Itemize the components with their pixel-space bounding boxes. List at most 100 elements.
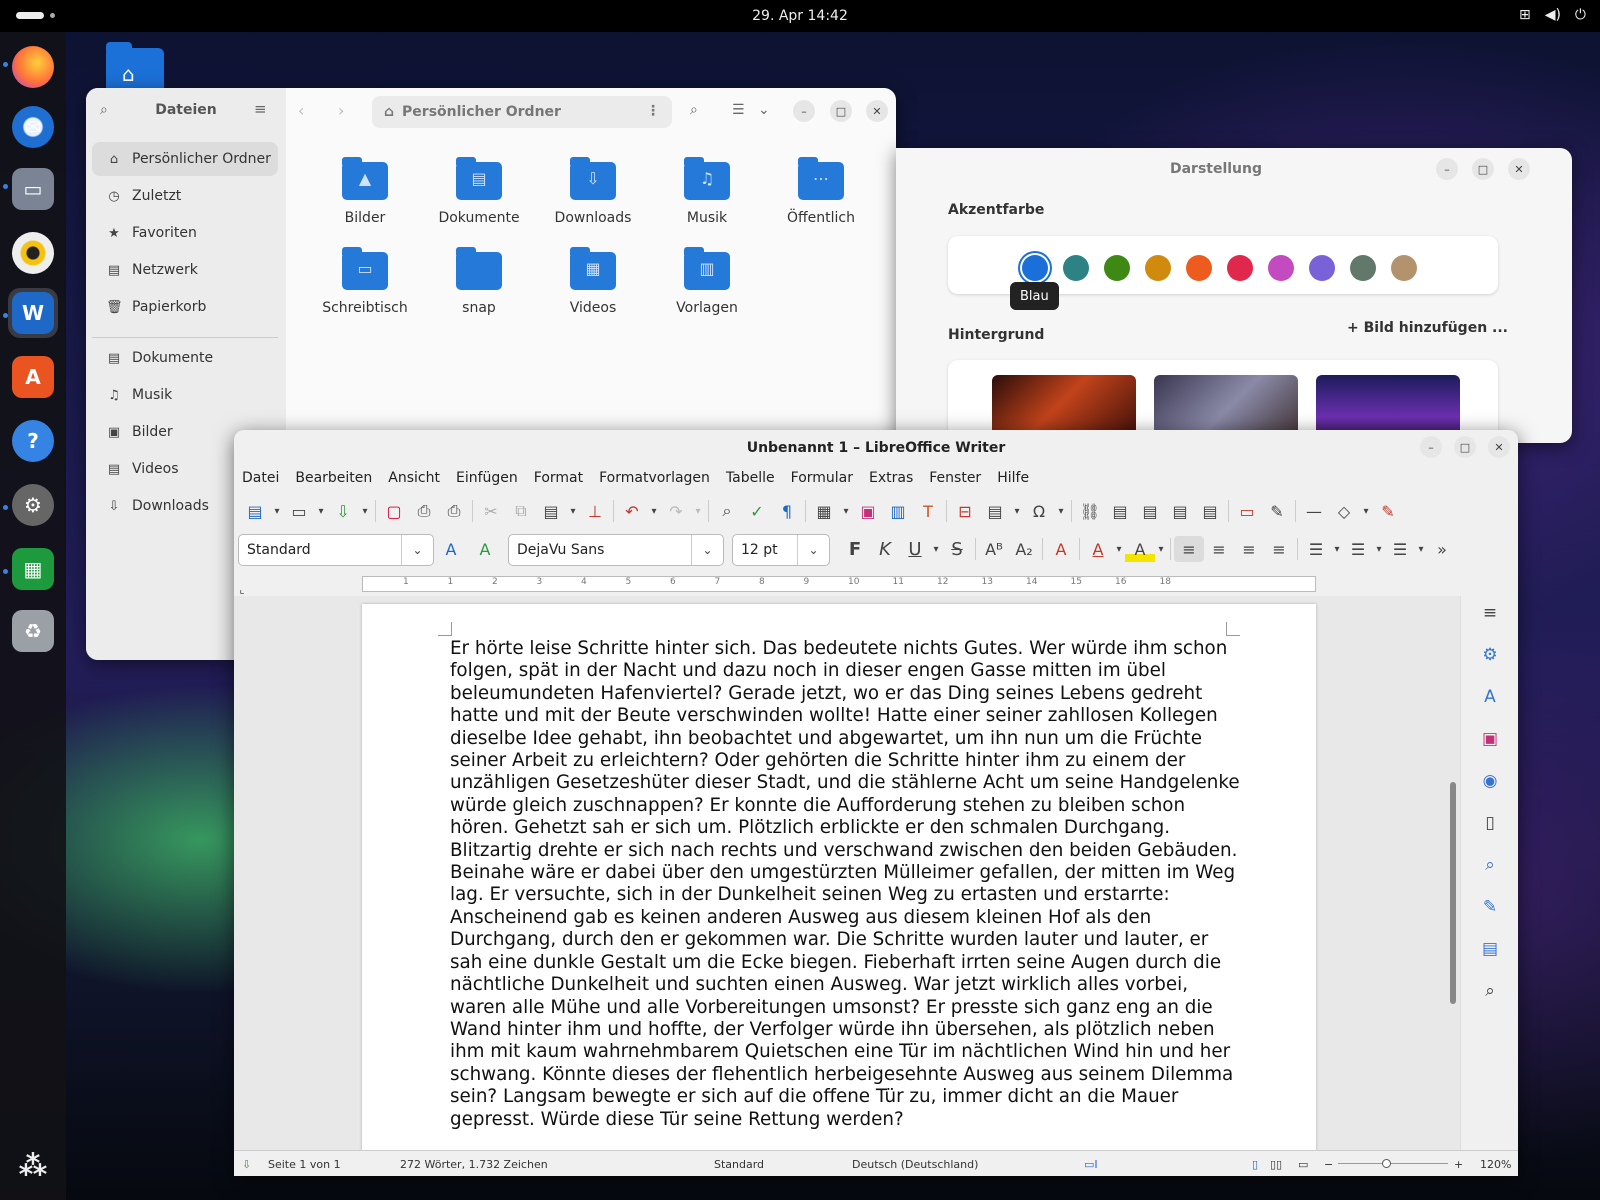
- chevron-down-icon[interactable]: ▾: [930, 536, 942, 562]
- save-icon[interactable]: ⇩: [328, 498, 358, 524]
- folder-item-desktop[interactable]: ▭ Schreibtisch: [308, 247, 422, 316]
- firefox-icon[interactable]: [8, 42, 58, 92]
- zoom-slider[interactable]: [1338, 1163, 1448, 1164]
- manage-changes-icon[interactable]: ✎: [1477, 894, 1503, 920]
- minimize-button[interactable]: –: [793, 100, 815, 122]
- maximize-button[interactable]: □: [830, 100, 852, 122]
- files-icon[interactable]: ▭: [8, 164, 58, 214]
- minimize-button[interactable]: –: [1436, 158, 1458, 180]
- comment-icon[interactable]: ▭: [1232, 498, 1262, 524]
- chevron-down-icon[interactable]: ⌄: [797, 535, 829, 565]
- word-count[interactable]: 272 Wörter, 1.732 Zeichen: [400, 1158, 548, 1171]
- underline-icon[interactable]: U: [900, 536, 930, 562]
- new-document-icon[interactable]: ▤: [240, 498, 270, 524]
- numbered-list-icon[interactable]: ☰: [1343, 536, 1373, 562]
- sidebar-item-recent[interactable]: ◷ Zuletzt: [92, 179, 278, 213]
- search-folder-icon[interactable]: ⌕: [690, 102, 698, 118]
- special-character-icon[interactable]: Ω: [1024, 498, 1054, 524]
- volume-icon[interactable]: ◀): [1545, 7, 1561, 23]
- back-button[interactable]: ‹: [298, 101, 304, 120]
- menu-icon[interactable]: ≡: [254, 100, 267, 118]
- folder-item-templates[interactable]: ▥ Vorlagen: [650, 247, 764, 316]
- print-icon[interactable]: ⎙: [409, 498, 439, 524]
- vertical-scrollbar[interactable]: [1450, 782, 1456, 1004]
- clone-formatting-icon[interactable]: ⊥: [580, 498, 610, 524]
- kebab-menu-icon[interactable]: ⋮: [646, 103, 660, 119]
- export-pdf-icon[interactable]: ▢: [379, 498, 409, 524]
- design-icon[interactable]: ▤: [1477, 936, 1503, 962]
- maximize-button[interactable]: □: [1472, 158, 1494, 180]
- sidebar-menu-icon[interactable]: ≡: [1477, 600, 1503, 626]
- single-page-view-icon[interactable]: ▯: [1252, 1158, 1258, 1171]
- folder-item-documents[interactable]: ▤ Dokumente: [422, 157, 536, 226]
- chevron-down-icon[interactable]: ▾: [647, 498, 661, 524]
- formatting-marks-icon[interactable]: ¶: [772, 498, 802, 524]
- maximize-button[interactable]: □: [1454, 436, 1476, 458]
- page-style[interactable]: Standard: [714, 1158, 764, 1171]
- hyperlink-icon[interactable]: ⛓: [1075, 498, 1105, 524]
- clock[interactable]: 29. Apr 14:42: [0, 8, 1600, 24]
- chevron-down-icon[interactable]: ▾: [1010, 498, 1024, 524]
- show-apps-icon[interactable]: ⁂: [8, 1140, 58, 1190]
- clear-formatting-icon[interactable]: A: [1046, 536, 1076, 562]
- sidebar-item-trash[interactable]: 🗑 Papierkorb: [92, 290, 278, 324]
- book-view-icon[interactable]: ▭: [1298, 1158, 1308, 1171]
- spelling-icon[interactable]: ✓: [742, 498, 772, 524]
- zoom-out-icon[interactable]: −: [1324, 1158, 1333, 1171]
- insert-chart-icon[interactable]: ▥: [883, 498, 913, 524]
- shapes-icon[interactable]: ◇: [1329, 498, 1359, 524]
- settings-icon[interactable]: ⚙: [8, 480, 58, 530]
- folder-item-public[interactable]: ⋯ Öffentlich: [764, 157, 878, 226]
- chevron-down-icon[interactable]: ⌄: [401, 535, 433, 565]
- page-icon[interactable]: ▯: [1477, 810, 1503, 836]
- accent-color-swatch[interactable]: [1309, 255, 1335, 281]
- path-bar[interactable]: ⌂ Persönlicher Ordner ⋮: [372, 96, 672, 128]
- align-left-icon[interactable]: ≡: [1174, 536, 1204, 562]
- app-center-icon[interactable]: A: [8, 352, 58, 402]
- menu-file[interactable]: Datei: [242, 470, 279, 486]
- accent-color-swatch[interactable]: [1268, 255, 1294, 281]
- bookmark-icon[interactable]: ▤: [1165, 498, 1195, 524]
- undo-icon[interactable]: ↶: [617, 498, 647, 524]
- folder-item-pictures[interactable]: ▲ Bilder: [308, 157, 422, 226]
- insert-image-icon[interactable]: ▣: [853, 498, 883, 524]
- folder-item-downloads[interactable]: ⇩ Downloads: [536, 157, 650, 226]
- accent-color-swatch[interactable]: [1022, 255, 1048, 281]
- page-count[interactable]: Seite 1 von 1: [268, 1158, 341, 1171]
- forward-button[interactable]: ›: [338, 101, 344, 120]
- network-icon[interactable]: ⊞: [1519, 7, 1531, 23]
- zoom-level[interactable]: 120%: [1480, 1158, 1511, 1171]
- folder-item-snap[interactable]: snap: [422, 247, 536, 316]
- copy-icon[interactable]: ⧉: [506, 498, 536, 524]
- paste-icon[interactable]: ▤: [536, 498, 566, 524]
- bullet-list-icon[interactable]: ☰: [1301, 536, 1331, 562]
- track-changes-icon[interactable]: ✎: [1262, 498, 1292, 524]
- update-style-icon[interactable]: A: [436, 536, 466, 562]
- folder-item-music[interactable]: ♫ Musik: [650, 157, 764, 226]
- menu-window[interactable]: Fenster: [929, 470, 981, 486]
- highlight-color-icon[interactable]: A: [1125, 536, 1155, 562]
- sidebar-item-documents[interactable]: ▤ Dokumente: [92, 341, 278, 375]
- gallery-icon[interactable]: ▣: [1477, 726, 1503, 752]
- folder-item-videos[interactable]: ▦ Videos: [536, 247, 650, 316]
- chevron-down-icon[interactable]: ▾: [1054, 498, 1068, 524]
- libreoffice-calc-icon[interactable]: ▦: [8, 544, 58, 594]
- chevron-down-icon[interactable]: ▾: [1155, 536, 1167, 562]
- chevron-down-icon[interactable]: ▾: [839, 498, 853, 524]
- font-color-icon[interactable]: A: [1083, 536, 1113, 562]
- draw-icon[interactable]: ✎: [1373, 498, 1403, 524]
- add-image-button[interactable]: + Bild hinzufügen ...: [1347, 320, 1508, 336]
- sidebar-item-music[interactable]: ♫ Musik: [92, 378, 278, 412]
- align-right-icon[interactable]: ≡: [1234, 536, 1264, 562]
- cross-reference-icon[interactable]: ▤: [1195, 498, 1225, 524]
- accent-color-swatch[interactable]: [1104, 255, 1130, 281]
- chevron-down-icon[interactable]: ▾: [270, 498, 284, 524]
- minimize-button[interactable]: –: [1420, 436, 1442, 458]
- zoom-in-icon[interactable]: +: [1454, 1158, 1463, 1171]
- help-icon[interactable]: ?: [8, 416, 58, 466]
- menu-edit[interactable]: Bearbeiten: [295, 470, 372, 486]
- rhythmbox-icon[interactable]: [8, 228, 58, 278]
- zoom-slider-handle[interactable]: [1382, 1159, 1391, 1168]
- properties-icon[interactable]: ⚙: [1477, 642, 1503, 668]
- menu-insert[interactable]: Einfügen: [456, 470, 518, 486]
